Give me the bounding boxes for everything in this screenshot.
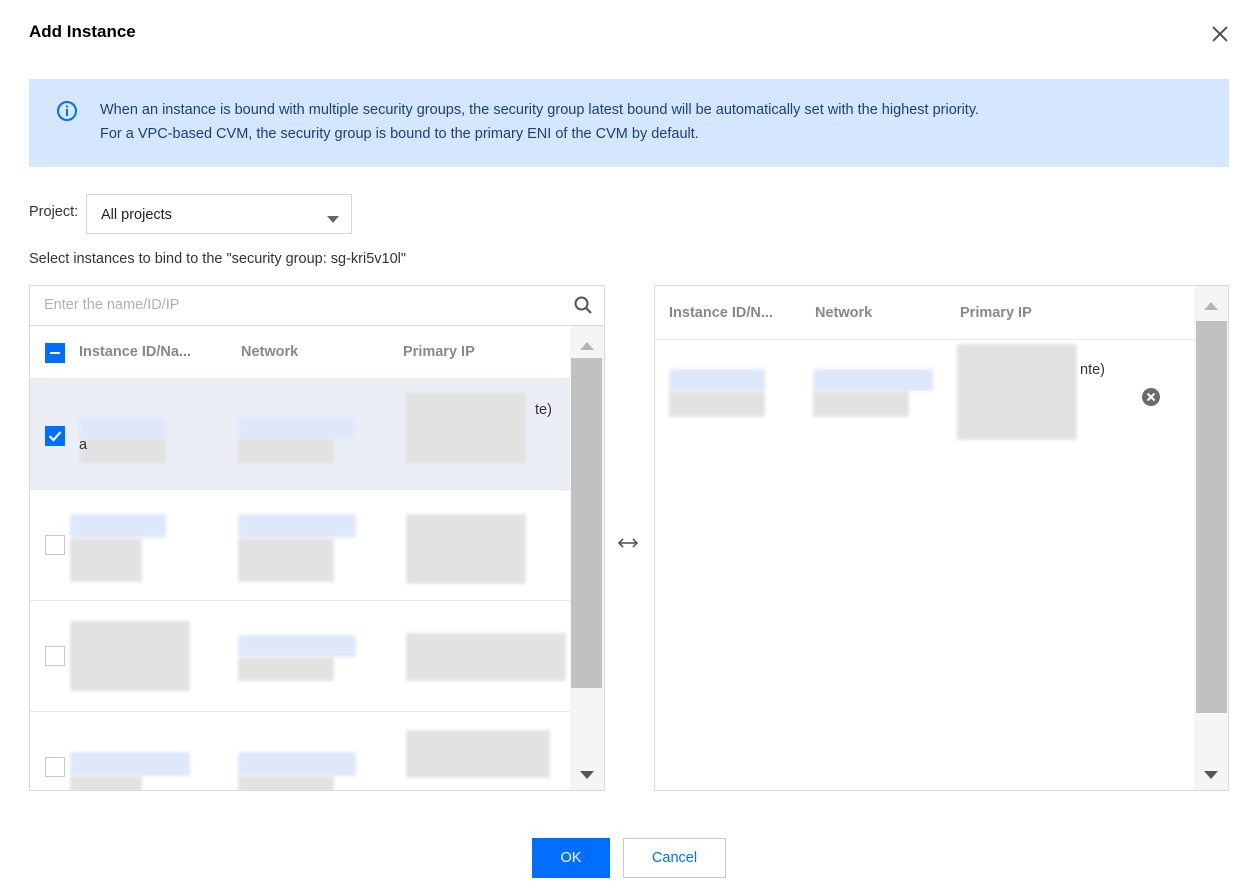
row-checkbox[interactable] bbox=[45, 426, 65, 446]
project-select-value: All projects bbox=[101, 207, 172, 223]
ok-button[interactable]: OK bbox=[532, 838, 610, 878]
scroll-up-icon[interactable] bbox=[580, 338, 594, 350]
row-checkbox[interactable] bbox=[45, 757, 65, 777]
table-row[interactable] bbox=[30, 712, 570, 790]
info-icon bbox=[56, 100, 78, 122]
available-instances-panel: Instance ID/Na... Network Primary IP a t… bbox=[29, 285, 605, 791]
primary-ip-fragment: nte) bbox=[1080, 362, 1105, 378]
remove-circle-icon[interactable] bbox=[1141, 387, 1161, 407]
scrollbar-thumb[interactable] bbox=[1196, 321, 1227, 713]
column-header-instance: Instance ID/N... bbox=[669, 305, 773, 321]
notice-line-1: When an instance is bound with multiple … bbox=[100, 102, 980, 118]
selected-instances-panel: Instance ID/N... Network Primary IP nte) bbox=[654, 285, 1229, 791]
scroll-down-icon[interactable] bbox=[580, 767, 594, 779]
search-box bbox=[30, 286, 604, 326]
table-row[interactable] bbox=[30, 490, 570, 600]
caret-down-icon bbox=[327, 211, 339, 223]
column-header-primary-ip: Primary IP bbox=[960, 305, 1032, 321]
search-input[interactable] bbox=[30, 286, 588, 324]
cancel-button[interactable]: Cancel bbox=[623, 838, 726, 878]
notice-line-2: For a VPC-based CVM, the security group … bbox=[100, 126, 699, 142]
project-label: Project: bbox=[29, 204, 79, 220]
scroll-down-icon[interactable] bbox=[1204, 767, 1218, 779]
table-row[interactable]: a te) bbox=[30, 379, 570, 489]
scroll-up-icon[interactable] bbox=[1204, 298, 1218, 310]
select-all-checkbox[interactable] bbox=[45, 343, 65, 363]
scrollbar-thumb[interactable] bbox=[571, 358, 602, 688]
column-header-network: Network bbox=[815, 305, 873, 321]
row-checkbox[interactable] bbox=[45, 646, 65, 666]
instructions-text: Select instances to bind to the "securit… bbox=[29, 251, 407, 267]
column-header-network: Network bbox=[241, 344, 299, 360]
notice-banner: When an instance is bound with multiple … bbox=[29, 79, 1229, 167]
dialog-title: Add Instance bbox=[29, 22, 136, 41]
column-header-instance: Instance ID/Na... bbox=[79, 344, 192, 360]
table-row[interactable] bbox=[30, 601, 570, 711]
close-icon[interactable] bbox=[1208, 22, 1232, 46]
primary-ip-fragment: te) bbox=[535, 402, 552, 418]
column-header-primary-ip: Primary IP bbox=[403, 344, 475, 360]
row-checkbox[interactable] bbox=[45, 535, 65, 555]
swap-arrows-icon bbox=[617, 535, 639, 551]
search-icon[interactable] bbox=[573, 295, 593, 315]
project-select[interactable]: All projects bbox=[86, 194, 352, 234]
selected-row: nte) bbox=[655, 340, 1195, 450]
instance-name-fragment: a bbox=[79, 437, 88, 453]
